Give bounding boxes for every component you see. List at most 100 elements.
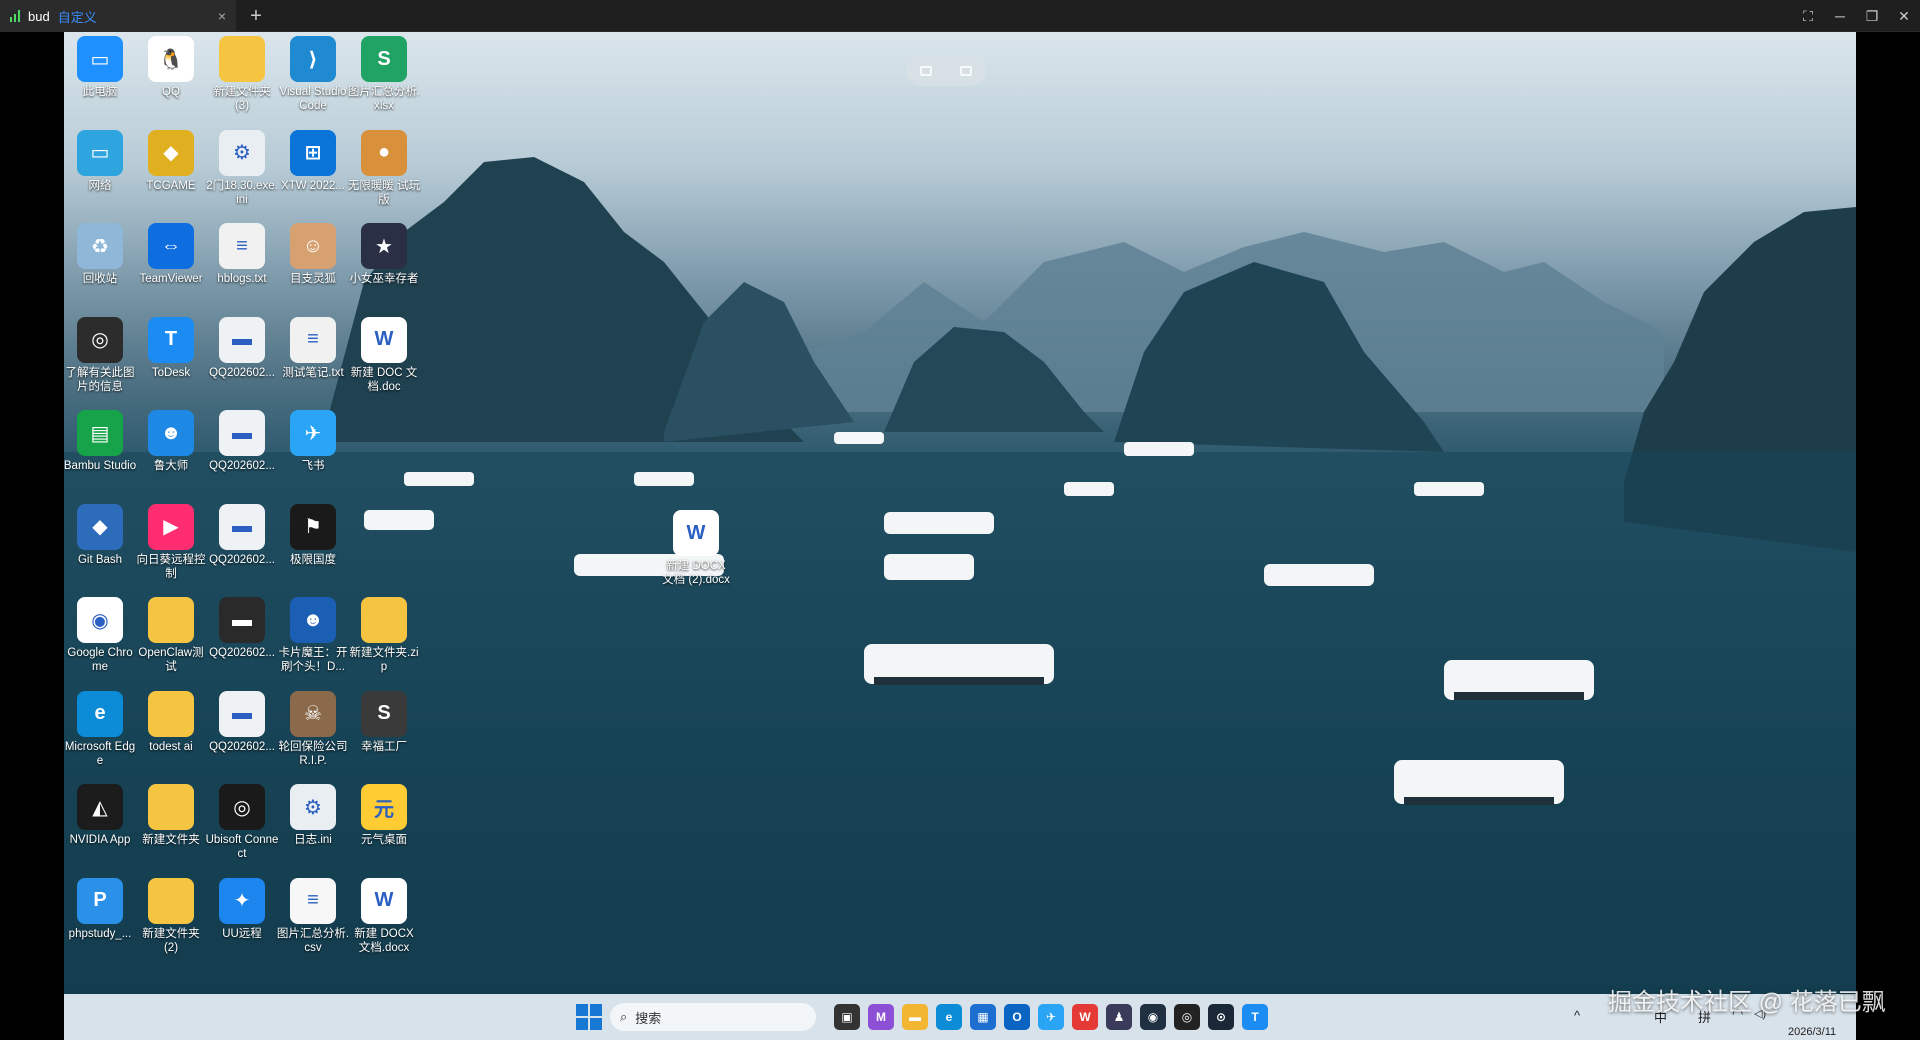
edge-icon[interactable]: e bbox=[936, 1004, 962, 1030]
desktop-icon[interactable]: 新建文件夹 bbox=[135, 784, 207, 847]
desktop-icon[interactable]: ⚙ 2门18.30.exe.ini bbox=[206, 129, 278, 207]
tray-overflow-chevron-icon[interactable]: ^ bbox=[1574, 1008, 1580, 1023]
todesk-icon: T bbox=[148, 316, 194, 363]
camera-icon[interactable]: ◉ bbox=[1140, 1004, 1166, 1030]
store-icon[interactable]: ▦ bbox=[970, 1004, 996, 1030]
remote-desktop[interactable]: ▭ 此电脑 🐧 QQ 新建文件夹 (3) ⟩ Visual Studio Code S 图片汇总… bbox=[64, 32, 1856, 994]
desktop-icon[interactable]: ♻ 回收站 bbox=[64, 223, 136, 286]
desktop-icon[interactable]: ≡ 图片汇总分析.csv bbox=[277, 877, 349, 955]
desktop-icon[interactable]: ▬ QQ202602... bbox=[206, 503, 278, 567]
remote-fullscreen-icon[interactable] bbox=[960, 66, 972, 76]
remote-control-icon[interactable] bbox=[920, 66, 932, 76]
desktop-icon-label: QQ202602... bbox=[209, 460, 275, 472]
desktop-icon[interactable]: ✦ UU远程 bbox=[206, 877, 278, 941]
ini-file-icon: ⚙ bbox=[290, 784, 336, 830]
desktop-icon[interactable]: ◆ Git Bash bbox=[64, 503, 136, 567]
desktop-icon[interactable]: ≡ 测试笔记.txt bbox=[277, 316, 349, 380]
cat-app-icon[interactable]: ♟ bbox=[1106, 1004, 1132, 1030]
anime-app-icon: ☺ bbox=[290, 223, 336, 269]
file-explorer-icon[interactable]: ▬ bbox=[902, 1004, 928, 1030]
close-window-button[interactable]: ✕ bbox=[1888, 0, 1920, 32]
network-icon: ▭ bbox=[77, 129, 123, 176]
desktop-icon[interactable]: ◉ Google Chrome bbox=[64, 597, 136, 674]
desktop-icon[interactable]: Pphpstudy_... bbox=[64, 877, 136, 941]
remote-floating-toolbar[interactable] bbox=[906, 56, 986, 86]
desktop-icon[interactable]: ▤ Bambu Studio bbox=[64, 410, 136, 473]
desktop-icon[interactable]: 新建文件夹.zip bbox=[348, 597, 420, 674]
new-tab-button[interactable]: + bbox=[244, 4, 268, 28]
close-tab-icon[interactable]: × bbox=[218, 8, 226, 24]
desktop-icon[interactable]: ▭ 网络 bbox=[64, 129, 136, 193]
search-placeholder: 搜索 bbox=[635, 1010, 662, 1026]
desktop-icon[interactable]: ◎ Ubisoft Connect bbox=[206, 784, 278, 861]
desktop-icon[interactable]: ▶ 向日葵远程控制 bbox=[135, 503, 207, 581]
desktop-icon[interactable]: S 幸福工厂 bbox=[348, 690, 420, 754]
session-tab-mode[interactable]: 自定义 bbox=[58, 7, 97, 26]
desktop-icon[interactable]: 🐧 QQ bbox=[135, 36, 207, 99]
wps-icon[interactable]: W bbox=[1072, 1004, 1098, 1030]
desktop-icon[interactable]: ▬ QQ202602... bbox=[206, 597, 278, 660]
desktop-icon-label: OpenClaw测试 bbox=[138, 647, 204, 673]
desktop-icon[interactable]: ☺ 目支灵狐 bbox=[277, 223, 349, 286]
desktop-icon[interactable]: ▬ QQ202602... bbox=[206, 410, 278, 473]
taskbar-search[interactable]: ⌕ 搜索 bbox=[610, 1003, 816, 1031]
folder-icon bbox=[148, 784, 194, 830]
desktop-icon-label: 网络 bbox=[88, 179, 112, 192]
desktop-icon[interactable]: W 新建 DOCX 文档.docx bbox=[348, 877, 420, 955]
session-tab-name: bud bbox=[28, 8, 50, 24]
desktop-icon[interactable]: S 图片汇总分析.xlsx bbox=[348, 36, 420, 113]
todesk-icon[interactable]: T bbox=[1242, 1004, 1268, 1030]
folder-icon bbox=[219, 36, 265, 82]
m365-icon[interactable]: M bbox=[868, 1004, 894, 1030]
desktop-icon-label: 新建 DOCX 文档.docx bbox=[354, 927, 414, 954]
desktop-icon[interactable]: todest ai bbox=[135, 690, 207, 754]
desktop-icon[interactable]: ◆ TCGAME bbox=[135, 129, 207, 193]
desktop-icon[interactable]: ⚙ 日志.ini bbox=[277, 784, 349, 847]
computer-icon: ▭ bbox=[77, 36, 123, 82]
desktop-icon[interactable]: ☻ 鲁大师 bbox=[135, 410, 207, 473]
desktop-icon-label: 飞书 bbox=[301, 460, 325, 472]
ubisoft-icon[interactable]: ◎ bbox=[1174, 1004, 1200, 1030]
desktop-icon[interactable]: 元元气桌面 bbox=[348, 784, 420, 847]
desktop-icon[interactable]: e Microsoft Edge bbox=[64, 690, 136, 768]
minimize-button[interactable]: ─ bbox=[1824, 0, 1856, 32]
desktop-icon-label: 元气桌面 bbox=[361, 834, 407, 846]
session-tab[interactable]: bud 自定义 × bbox=[0, 0, 236, 32]
desktop-icon[interactable]: ▭ 此电脑 bbox=[64, 36, 136, 99]
desktop-icon-label: 2门18.30.exe.ini bbox=[206, 179, 278, 206]
task-view-icon[interactable]: ▣ bbox=[834, 1004, 860, 1030]
desktop-icon[interactable]: ◎ 了解有关此图片的信息 bbox=[64, 316, 136, 394]
desktop-icon[interactable]: ☻ 卡片魔王：开刷个头！D... bbox=[277, 597, 349, 674]
uu-remote-icon: ✦ bbox=[219, 877, 265, 924]
desktop-icon[interactable]: 新建文件夹 (3) bbox=[206, 36, 278, 113]
desktop-icon[interactable]: ✈ 飞书 bbox=[277, 410, 349, 473]
chrome-icon: ◉ bbox=[77, 597, 123, 643]
desktop-icon[interactable]: ▬ QQ202602... bbox=[206, 690, 278, 754]
desktop-icon[interactable]: ● 无限暖暖 试玩版 bbox=[348, 129, 420, 207]
outlook-icon[interactable]: O bbox=[1004, 1004, 1030, 1030]
desktop-icon[interactable]: ⇔ TeamViewer bbox=[135, 223, 207, 286]
desktop-icon[interactable]: ☠ 轮回保险公司 R.I.P. bbox=[277, 690, 349, 768]
desktop-icon-label: 幸福工厂 bbox=[361, 740, 407, 753]
steam-icon[interactable]: ⊙ bbox=[1208, 1004, 1234, 1030]
desktop-icon[interactable]: ≡ hblogs.txt bbox=[206, 223, 278, 286]
desktop-icon[interactable]: ⚑ 极限国度 bbox=[277, 503, 349, 567]
desktop-icon[interactable]: ⊞ XTW 2022... bbox=[277, 129, 349, 193]
desktop-icon[interactable]: W 新建 DOC 文档.doc bbox=[348, 316, 420, 394]
desktop-icon-label: 向日葵远程控制 bbox=[136, 553, 206, 580]
desktop-icon[interactable]: OpenClaw测试 bbox=[135, 597, 207, 674]
ini-file-icon: ⚙ bbox=[219, 129, 265, 176]
desktop-icon[interactable]: ★ 小女巫幸存者 bbox=[348, 223, 420, 286]
desktop-icon[interactable]: T ToDesk bbox=[135, 316, 207, 380]
restore-button[interactable]: ❐ bbox=[1856, 0, 1888, 32]
dragged-docx-file[interactable]: W 新建 DOCX 文档 (2).docx bbox=[660, 510, 732, 587]
desktop-icon-label: 图片汇总分析.xlsx bbox=[347, 86, 421, 112]
folder-icon bbox=[148, 690, 194, 737]
feishu-icon[interactable]: ✈ bbox=[1038, 1004, 1064, 1030]
fullscreen-button[interactable]: ⛶ bbox=[1792, 0, 1824, 32]
desktop-icon[interactable]: ▬ QQ202602... bbox=[206, 316, 278, 380]
desktop-icon[interactable]: ⟩ Visual Studio Code bbox=[277, 36, 349, 113]
desktop-icon[interactable]: ◭ NVIDIA App bbox=[64, 784, 136, 847]
start-button[interactable] bbox=[576, 1004, 602, 1030]
desktop-icon[interactable]: 新建文件夹 (2) bbox=[135, 877, 207, 955]
